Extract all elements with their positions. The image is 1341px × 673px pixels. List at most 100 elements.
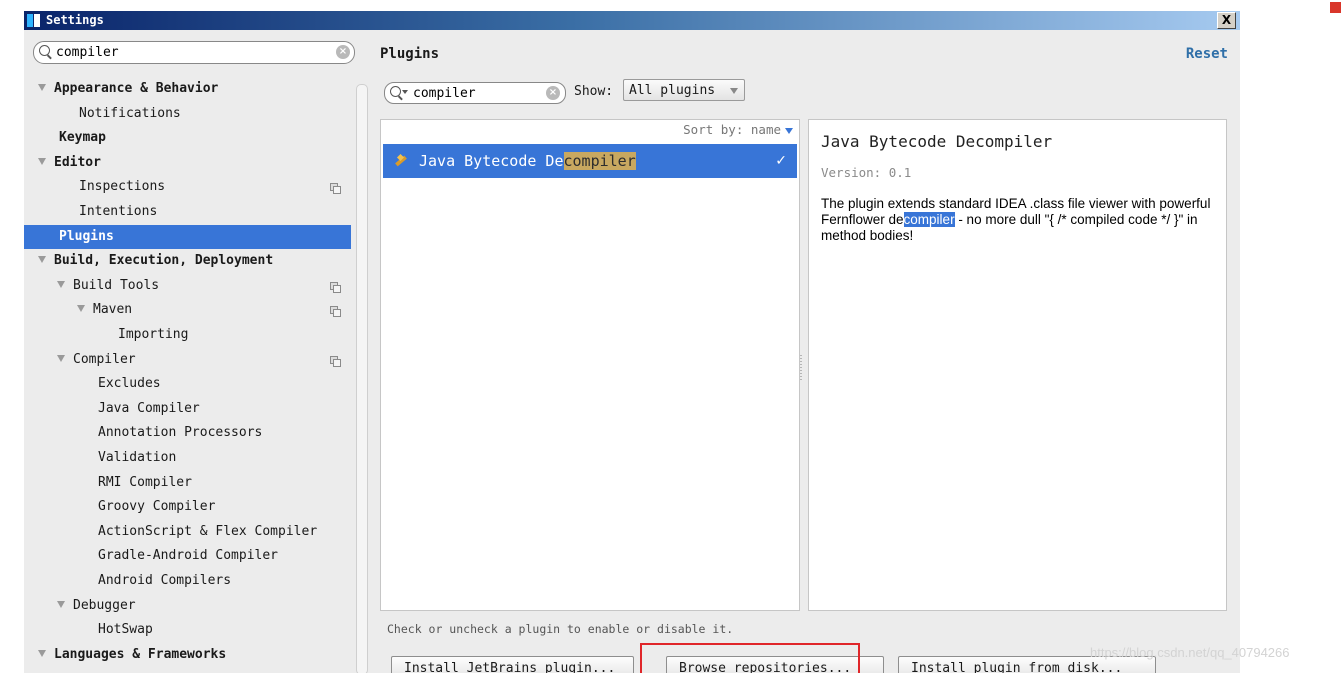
tree-item[interactable]: Debugger [24,594,353,618]
tree-item[interactable]: Languages & Frameworks [24,643,353,667]
expand-arrow-icon[interactable] [57,600,65,608]
tree-item[interactable]: Validation [24,446,353,470]
show-filter-dropdown[interactable]: All plugins [623,79,745,101]
reset-link[interactable]: Reset [1186,46,1228,62]
plugin-details: Java Bytecode Decompiler Version: 0.1 Th… [808,119,1227,611]
tree-item-label: Editor [54,154,101,170]
plugin-list: Sort by: name Java Bytecode Decompiler ✓ [380,119,800,611]
tree-item-label: Keymap [59,130,106,146]
expand-arrow-icon[interactable] [38,157,46,165]
tree-item[interactable]: Compiler [24,348,353,372]
tree-item-label: Build, Execution, Deployment [54,253,274,269]
tree-item[interactable]: Excludes [24,372,353,396]
tree-item-label: Gradle-Android Compiler [98,548,279,564]
clear-search-icon[interactable]: × [546,86,560,100]
plugin-list-item[interactable]: Java Bytecode Decompiler ✓ [383,144,797,178]
tree-item-label: Java Compiler [98,400,200,416]
settings-search-input[interactable] [56,43,336,61]
tree-item-label: Android Compilers [98,573,232,588]
annotation-highlight-box [640,643,860,673]
tree-item-label: Languages & Frameworks [54,646,227,662]
tree-item[interactable]: Intentions [24,200,353,224]
search-match-highlight: compiler [563,152,636,170]
watermark: https://blog.csdn.net/qq_40794266 [1090,645,1290,660]
tree-item-label: Inspections [79,179,166,195]
expand-arrow-icon[interactable] [77,305,85,313]
tree-item[interactable]: Android Compilers [24,569,353,593]
tree-item[interactable]: Build Tools [24,274,353,298]
tree-item[interactable]: Annotation Processors [24,421,353,445]
show-label: Show: [574,84,614,99]
close-button[interactable]: X [1217,12,1236,29]
tree-item-label: Compiler [73,351,136,367]
chevron-down-icon [730,88,738,94]
clear-search-icon[interactable]: × [336,45,350,59]
project-scope-icon [330,306,341,318]
tree-item-label: Annotation Processors [98,425,263,441]
tree-item[interactable]: HotSwap [24,618,353,642]
plugin-description: The plugin extends standard IDEA .class … [821,196,1211,243]
search-icon[interactable] [390,86,401,97]
tree-item[interactable]: Importing [24,323,353,347]
corner-mark [1330,2,1341,13]
install-jetbrains-plugin-button[interactable]: Install JetBrains plugin... [391,656,634,673]
tree-item-label: ActionScript & Flex Compiler [98,523,318,539]
tree-item[interactable]: Build, Execution, Deployment [24,249,353,273]
tree-item-label: Excludes [98,376,161,392]
plugin-name: Java Bytecode Decompiler [419,152,636,170]
plugin-version: Version: 0.1 [821,165,912,180]
tree-item-label: Notifications [79,105,181,121]
search-icon [39,45,50,56]
show-filter-value: All plugins [629,83,716,98]
project-scope-icon [330,183,341,195]
plugin-detail-title: Java Bytecode Decompiler [821,132,1053,151]
tree-item-label: RMI Compiler [98,474,192,490]
sort-by-dropdown[interactable]: Sort by: name [683,122,793,137]
settings-search-box[interactable]: × [33,41,355,64]
search-match-highlight: compiler [903,212,955,227]
tree-item[interactable]: RMI Compiler [24,471,353,495]
tree-item-label: Importing [118,327,189,342]
chevron-down-icon [785,127,793,134]
plugins-panel: Plugins Reset × Show: All plugins Sort b… [374,30,1240,673]
tree-item-label: Debugger [73,597,136,613]
expand-arrow-icon[interactable] [57,354,65,362]
expand-arrow-icon[interactable] [57,280,65,288]
enabled-check-icon[interactable]: ✓ [775,144,787,178]
tree-item[interactable]: Plugins [24,224,351,249]
page-title: Plugins [380,46,440,62]
tree-item-label: Intentions [79,204,158,219]
tree-item[interactable]: ActionScript & Flex Compiler [24,520,353,544]
tree-item[interactable]: Notifications [24,102,353,126]
sidebar-scrollbar[interactable] [356,84,368,673]
plugin-icon [393,153,409,169]
tree-item[interactable]: Keymap [24,126,353,150]
hint-text: Check or uncheck a plugin to enable or d… [387,622,734,636]
settings-window: Settings X × Appearance & Behavior Notifi… [24,11,1240,673]
settings-sidebar: × Appearance & Behavior Notifications Keym… [24,30,374,673]
expand-arrow-icon[interactable] [38,256,46,264]
plugin-search-box[interactable]: × [384,82,566,104]
project-scope-icon [330,281,341,293]
intellij-logo-icon [26,13,42,28]
tree-item[interactable]: Appearance & Behavior [24,77,353,101]
tree-item[interactable]: Gradle-Android Compiler [24,544,353,568]
tree-item-label: Plugins [59,228,114,244]
tree-item[interactable]: Inspections [24,175,353,199]
window-title: Settings [46,13,104,27]
tree-item-label: Groovy Compiler [98,499,216,515]
title-bar[interactable]: Settings X [24,11,1240,30]
tree-item[interactable]: Maven [24,298,353,322]
tree-item[interactable]: Groovy Compiler [24,495,353,519]
plugin-search-input[interactable] [413,84,543,102]
tree-item-label: Build Tools [73,277,160,293]
tree-item-label: Validation [98,450,177,465]
search-history-icon[interactable] [402,90,408,94]
expand-arrow-icon[interactable] [38,649,46,657]
sort-by-label: Sort by: name [683,122,781,137]
project-scope-icon [330,355,341,367]
tree-item[interactable]: Java Compiler [24,397,353,421]
expand-arrow-icon[interactable] [38,84,46,91]
tree-item-label: HotSwap [98,622,153,638]
tree-item[interactable]: Editor [24,151,353,175]
